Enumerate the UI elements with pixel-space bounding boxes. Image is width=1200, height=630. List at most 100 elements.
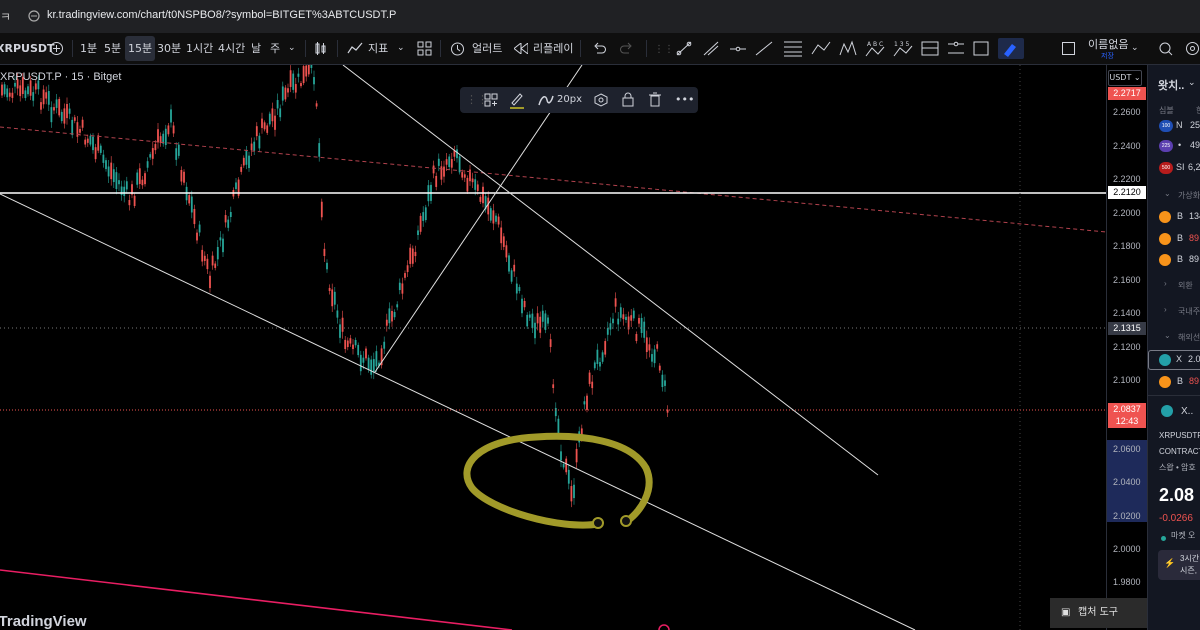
tradingview-logo: ⁄TradingView xyxy=(0,613,87,630)
alert-clock-icon[interactable] xyxy=(450,41,465,56)
candle-body xyxy=(346,340,349,348)
watchlist-title[interactable]: 왓치.. xyxy=(1158,77,1184,93)
detail-symbol[interactable]: X.. xyxy=(1181,406,1193,417)
watchlist-dropdown-icon[interactable]: ⌄ xyxy=(1188,77,1196,88)
section-crypto[interactable]: 가상화 xyxy=(1178,190,1200,201)
candle-body xyxy=(435,175,438,187)
layout-checkbox-icon[interactable] xyxy=(1062,42,1075,55)
lock-icon[interactable] xyxy=(622,92,634,107)
capture-tool-notification[interactable]: ▣ 캡처 도구 xyxy=(1050,598,1147,628)
undo-icon[interactable] xyxy=(592,42,606,55)
capture-tool-label: 캡처 도구 xyxy=(1078,607,1118,618)
candle-body xyxy=(622,314,625,320)
section-expand-icon[interactable]: › xyxy=(1164,305,1167,314)
candle-body xyxy=(164,128,167,146)
interval-1h[interactable]: 1시간 xyxy=(186,33,213,64)
candle-body xyxy=(388,308,391,324)
candle-body xyxy=(292,73,295,90)
watchlist-column-symbol: 심볼 xyxy=(1159,106,1174,115)
interval-15m[interactable]: 15분 xyxy=(125,36,156,61)
interval-day[interactable]: 날 xyxy=(251,33,261,64)
line-width-label[interactable]: 20px xyxy=(557,87,582,113)
interval-5m[interactable]: 5분 xyxy=(104,33,121,64)
section-collapse-icon[interactable]: ⌄ xyxy=(1164,331,1171,340)
candle-body xyxy=(661,374,664,388)
interval-30m[interactable]: 30분 xyxy=(157,33,181,64)
candle-body xyxy=(479,196,482,202)
settings-gear-icon[interactable] xyxy=(1185,41,1200,56)
candle-body xyxy=(354,339,357,346)
indicators-dropdown-icon[interactable]: ⌄ xyxy=(397,33,405,64)
settings-hex-icon[interactable] xyxy=(594,93,608,107)
candle-body xyxy=(172,125,175,134)
template-grid-icon[interactable] xyxy=(484,93,498,107)
section-foreign[interactable]: 해외선 xyxy=(1178,332,1200,343)
candle-body xyxy=(73,117,76,121)
candle-body xyxy=(632,310,635,319)
candle-body xyxy=(398,282,401,291)
replay-button[interactable]: 리플레이 xyxy=(533,33,573,64)
currency-selector[interactable]: USDT ⌄ xyxy=(1108,70,1142,86)
section-expand-icon[interactable]: › xyxy=(1164,279,1167,288)
candle-style-icon[interactable] xyxy=(313,41,328,56)
symbol-search-button[interactable]: XRPUSDT xyxy=(0,33,55,64)
interval-4h[interactable]: 4시간 xyxy=(218,33,245,64)
section-domestic[interactable]: 국내주 xyxy=(1178,306,1200,317)
trash-icon[interactable] xyxy=(649,92,661,107)
price-chart[interactable] xyxy=(0,65,1106,630)
candle-body xyxy=(71,119,74,136)
section-fx[interactable]: 외환 xyxy=(1178,280,1193,291)
detail-market-status: 마켓 오 xyxy=(1171,531,1196,540)
candle-body xyxy=(463,174,466,178)
interval-1m[interactable]: 1분 xyxy=(80,33,97,64)
url-text[interactable]: kr.tradingview.com/chart/t0NSPBO8/?symbo… xyxy=(47,9,396,21)
promo-banner[interactable]: ⚡ 3시간 시즌, xyxy=(1158,550,1200,580)
candle-body xyxy=(492,210,495,224)
candle-body xyxy=(250,143,253,151)
candle-body xyxy=(118,180,120,185)
watchlist-panel: 왓치.. ⌄ 심볼 한 100 N 25 225 • 49 500 SI 6,2… xyxy=(1147,65,1200,630)
list-item-selected[interactable]: X 2.0 xyxy=(1148,350,1200,370)
candle-body xyxy=(315,103,318,107)
candle-body xyxy=(11,92,14,98)
row-value: 134 xyxy=(1189,211,1200,221)
templates-grid-icon[interactable] xyxy=(417,41,432,56)
bar-countdown-label: 12:43 xyxy=(1108,415,1146,428)
quick-search-icon[interactable] xyxy=(1158,41,1173,56)
detail-price: 2.08 xyxy=(1159,485,1195,505)
replay-icon[interactable] xyxy=(514,43,528,54)
candle-body xyxy=(617,318,620,325)
indicators-button[interactable]: 지표 xyxy=(368,33,388,64)
candle-body xyxy=(8,92,11,97)
candle-body xyxy=(554,407,557,417)
browser-back-glyph[interactable]: ㅋ xyxy=(0,8,11,25)
candle-body xyxy=(258,135,261,149)
promo-line2: 시즌, xyxy=(1180,566,1197,575)
price-axis[interactable]: 2.2600 2.2400 2.2200 2.2000 2.1800 2.160… xyxy=(1106,65,1147,630)
interval-dropdown-icon[interactable]: ⌄ xyxy=(288,33,296,64)
candle-body xyxy=(263,122,266,130)
candle-body xyxy=(508,255,510,272)
row-value: 89 xyxy=(1189,233,1200,243)
layout-dropdown-icon[interactable]: ⌄ xyxy=(1131,33,1139,64)
candle-body xyxy=(502,236,505,247)
candle-body xyxy=(248,155,250,169)
ray-tool-icon xyxy=(703,41,719,56)
redo-icon[interactable] xyxy=(620,42,634,55)
compare-symbol-icon[interactable] xyxy=(49,41,64,56)
site-settings-icon[interactable] xyxy=(28,10,40,22)
alert-button[interactable]: 얼러트 xyxy=(472,33,502,64)
candle-body xyxy=(84,139,87,145)
indicators-icon[interactable] xyxy=(347,41,363,56)
candle-body xyxy=(216,246,219,260)
line-color-pencil-icon[interactable] xyxy=(509,91,525,109)
line-width-icon[interactable] xyxy=(538,93,554,107)
candle-body xyxy=(417,230,419,236)
candle-body xyxy=(107,166,110,177)
more-options-icon[interactable]: ••• xyxy=(675,87,694,113)
candle-body xyxy=(528,314,531,318)
interval-week[interactable]: 주 xyxy=(270,33,280,64)
candle-body xyxy=(653,349,656,364)
section-collapse-icon[interactable]: ⌄ xyxy=(1164,189,1171,198)
candle-body xyxy=(648,344,651,351)
